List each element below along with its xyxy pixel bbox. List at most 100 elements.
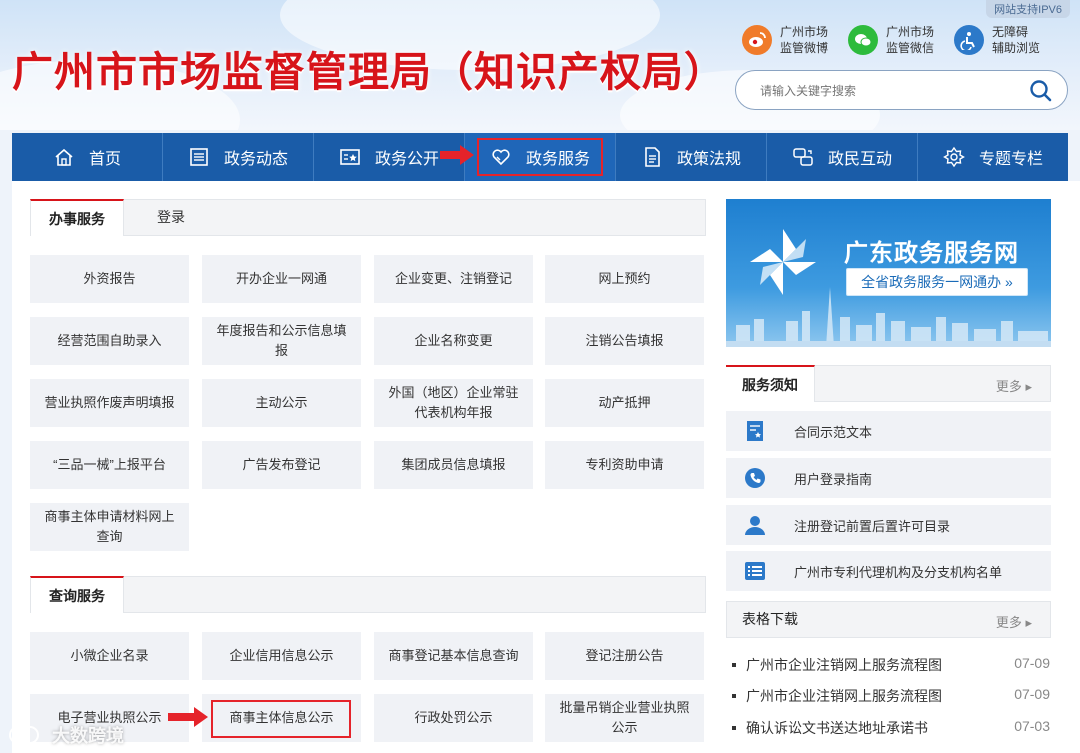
nav-special-label: 专题专栏	[978, 151, 1043, 168]
download-date: 07-09	[1014, 686, 1050, 702]
download-item[interactable]: 确认诉讼文书送达地址承诺书 07-03	[732, 718, 1050, 738]
service-item[interactable]: 开办企业一网通	[202, 255, 361, 303]
wechat-label-line2: 监管微信	[886, 41, 935, 55]
service-tabbar: 办事服务 登录	[30, 199, 706, 236]
nav-public-info-label: 政务公开	[374, 151, 439, 168]
special-icon	[943, 146, 965, 168]
service-item[interactable]: 广告发布登记	[202, 441, 361, 489]
notice-more-link[interactable]: 更多 ▸	[996, 376, 1032, 395]
nav-home[interactable]: 首页	[12, 133, 163, 181]
weibo-link[interactable]: 广州市场 监管微博	[742, 24, 838, 56]
download-more-link[interactable]: 更多 ▸	[996, 612, 1032, 631]
service-item[interactable]: 营业执照作废声明填报	[30, 379, 189, 427]
weibo-label-line2: 监管微博	[780, 41, 829, 55]
news-icon	[190, 148, 208, 166]
nav-interaction-label: 政民互动	[827, 151, 892, 168]
nav-interaction[interactable]: 政民互动	[767, 133, 918, 181]
red-arrow-icon	[168, 707, 208, 727]
query-item[interactable]: 小微企业名录	[30, 632, 189, 680]
download-label: 广州市企业注销网上服务流程图	[746, 688, 942, 704]
tab-login[interactable]: 登录	[139, 199, 203, 236]
service-item[interactable]: 专利资助申请	[545, 441, 704, 489]
site-title[interactable]: 广州市市场监督管理局（知识产权局）	[12, 38, 726, 98]
weibo-label-line1: 广州市场	[780, 25, 829, 39]
service-item[interactable]: 企业名称变更	[374, 317, 533, 365]
accessibility-label-line1: 无障碍	[992, 25, 1029, 39]
notice-item[interactable]: 广州市专利代理机构及分支机构名单	[726, 551, 1051, 591]
service-item[interactable]: 主动公示	[202, 379, 361, 427]
query-item[interactable]: 批量吊销企业营业执照公示	[545, 694, 704, 742]
nav-special[interactable]: 专题专栏	[918, 133, 1068, 181]
list-icon	[745, 562, 765, 580]
notice-label: 广州市专利代理机构及分支机构名单	[794, 564, 1003, 580]
home-icon	[55, 148, 73, 166]
notice-title[interactable]: 服务须知	[726, 365, 815, 402]
download-date: 07-09	[1014, 655, 1050, 671]
watermark-text: 大数跨境	[52, 726, 124, 746]
service-item[interactable]: 年度报告和公示信息填报	[202, 317, 361, 365]
sidebar-panel: 广东政务服务网 全省政务服务一网通办 » 服务须知 更多 ▸ 合同示范文本 用户…	[712, 181, 1080, 753]
document-icon	[645, 147, 660, 167]
query-item[interactable]: 企业信用信息公示	[202, 632, 361, 680]
notice-header: 服务须知 更多 ▸	[726, 365, 1051, 402]
watermark-logo-icon	[9, 726, 39, 744]
public-info-icon	[340, 149, 360, 165]
bullet-icon	[732, 694, 736, 698]
download-item[interactable]: 广州市企业注销网上服务流程图 07-09	[732, 686, 1050, 706]
wechat-label: 广州市场 监管微信	[886, 24, 944, 56]
wechat-label-line1: 广州市场	[886, 25, 935, 39]
download-item[interactable]: 广州市企业注销网上服务流程图 07-09	[732, 655, 1050, 675]
notice-label: 合同示范文本	[794, 424, 873, 440]
service-item[interactable]: 注销公告填报	[545, 317, 704, 365]
notice-item[interactable]: 合同示范文本	[726, 411, 1051, 451]
download-title[interactable]: 表格下载	[726, 601, 814, 638]
service-panel: 办事服务 登录 外资报告 开办企业一网通 企业变更、注销登记 网上预约 经营范围…	[12, 181, 712, 753]
query-item[interactable]: 登记注册公告	[545, 632, 704, 680]
accessibility-label: 无障碍 辅助浏览	[992, 24, 1050, 56]
phone-icon	[745, 468, 765, 488]
service-item[interactable]: 经营范围自助录入	[30, 317, 189, 365]
download-label: 广州市企业注销网上服务流程图	[746, 657, 942, 673]
accessibility-link[interactable]: 无障碍 辅助浏览	[954, 24, 1050, 56]
gd-gov-service-banner[interactable]: 广东政务服务网 全省政务服务一网通办 »	[726, 199, 1051, 347]
nav-gov-service[interactable]: 政务服务	[465, 133, 616, 181]
notice-label: 用户登录指南	[794, 471, 873, 487]
service-item[interactable]: 商事主体申请材料网上查询	[30, 503, 189, 551]
download-label: 确认诉讼文书送达地址承诺书	[746, 720, 928, 736]
nav-news[interactable]: 政务动态	[163, 133, 314, 181]
service-item[interactable]: 外国（地区）企业常驻代表机构年报	[374, 379, 533, 427]
skyline-illustration	[726, 287, 1051, 347]
contract-icon	[747, 421, 763, 441]
notice-more-label: 更多	[995, 379, 1022, 394]
user-icon	[745, 516, 765, 535]
highlight-box	[211, 700, 351, 738]
weibo-icon	[742, 25, 772, 55]
notice-label: 注册登记前置后置许可目录	[794, 518, 951, 534]
nav-policy[interactable]: 政策法规	[616, 133, 767, 181]
weibo-label: 广州市场 监管微博	[780, 24, 838, 56]
search-input[interactable]	[760, 81, 1020, 101]
notice-item[interactable]: 用户登录指南	[726, 458, 1051, 498]
bullet-icon	[732, 726, 736, 730]
search-icon[interactable]	[1029, 79, 1053, 103]
notice-item[interactable]: 注册登记前置后置许可目录	[726, 505, 1051, 545]
nav-home-label: 首页	[88, 151, 121, 168]
service-item[interactable]: 网上预约	[545, 255, 704, 303]
download-more-label: 更多	[995, 615, 1022, 630]
chevron-right-icon: ▸	[1025, 379, 1032, 394]
service-item[interactable]: 外资报告	[30, 255, 189, 303]
highlight-box	[477, 138, 603, 176]
tab-query[interactable]: 查询服务	[30, 576, 124, 613]
service-item[interactable]: “三品一械”上报平台	[30, 441, 189, 489]
wechat-link[interactable]: 广州市场 监管微信	[848, 24, 944, 56]
query-item[interactable]: 商事登记基本信息查询	[374, 632, 533, 680]
nav-policy-label: 政策法规	[676, 151, 741, 168]
banner-title: 广东政务服务网	[844, 240, 1019, 267]
service-item[interactable]: 动产抵押	[545, 379, 704, 427]
service-item[interactable]: 集团成员信息填报	[374, 441, 533, 489]
ipv6-badge: 网站支持IPV6	[986, 0, 1070, 18]
service-item[interactable]: 企业变更、注销登记	[374, 255, 533, 303]
tab-services[interactable]: 办事服务	[30, 199, 124, 236]
interaction-icon	[793, 148, 813, 166]
query-item[interactable]: 行政处罚公示	[374, 694, 533, 742]
